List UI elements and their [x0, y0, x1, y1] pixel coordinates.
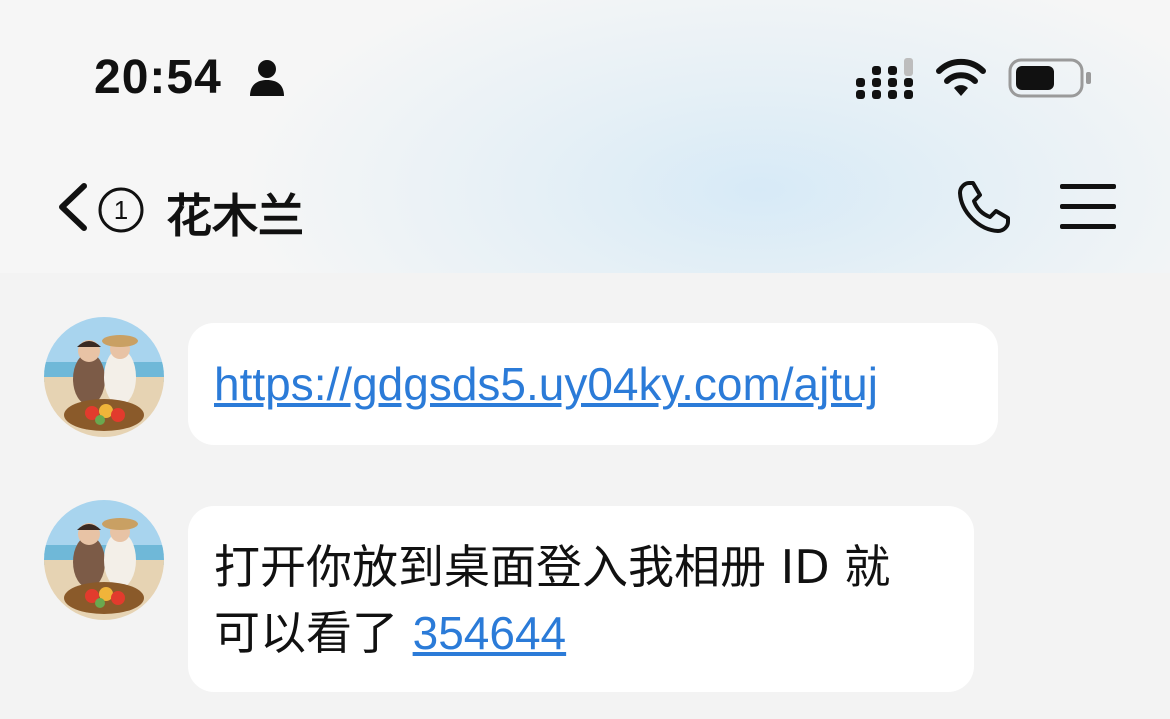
- wifi-icon: [936, 58, 986, 96]
- phone-icon[interactable]: [955, 178, 1013, 236]
- message-line-1: 打开你放到桌面登入我相册 ID 就: [214, 540, 891, 594]
- contact-name[interactable]: 花木兰: [166, 180, 304, 246]
- unread-count-badge: 1: [98, 187, 144, 233]
- person-icon: [250, 60, 284, 96]
- signal-icon: [856, 58, 913, 99]
- menu-icon[interactable]: [1058, 181, 1118, 233]
- message-bubble-link[interactable]: https://gdgsds5.uy04ky.com/ajtuj: [188, 323, 998, 445]
- message-bubble-text[interactable]: 打开你放到桌面登入我相册 ID 就 可以看了 354644: [188, 506, 974, 692]
- message-link[interactable]: https://gdgsds5.uy04ky.com/ajtuj: [214, 357, 974, 411]
- status-time: 20:54: [94, 51, 222, 104]
- message-text: 打开你放到桌面登入我相册 ID 就 可以看了 354644: [214, 534, 974, 666]
- svg-text:1: 1: [114, 195, 128, 225]
- back-chevron-icon[interactable]: [52, 180, 92, 234]
- battery-icon: [1008, 58, 1091, 98]
- sender-avatar[interactable]: [44, 317, 164, 437]
- code-link[interactable]: 354644: [413, 607, 567, 659]
- sender-avatar[interactable]: [44, 500, 164, 620]
- message-line-2: 可以看了 354644: [214, 600, 974, 666]
- message-line-2-text: 可以看了: [214, 606, 413, 660]
